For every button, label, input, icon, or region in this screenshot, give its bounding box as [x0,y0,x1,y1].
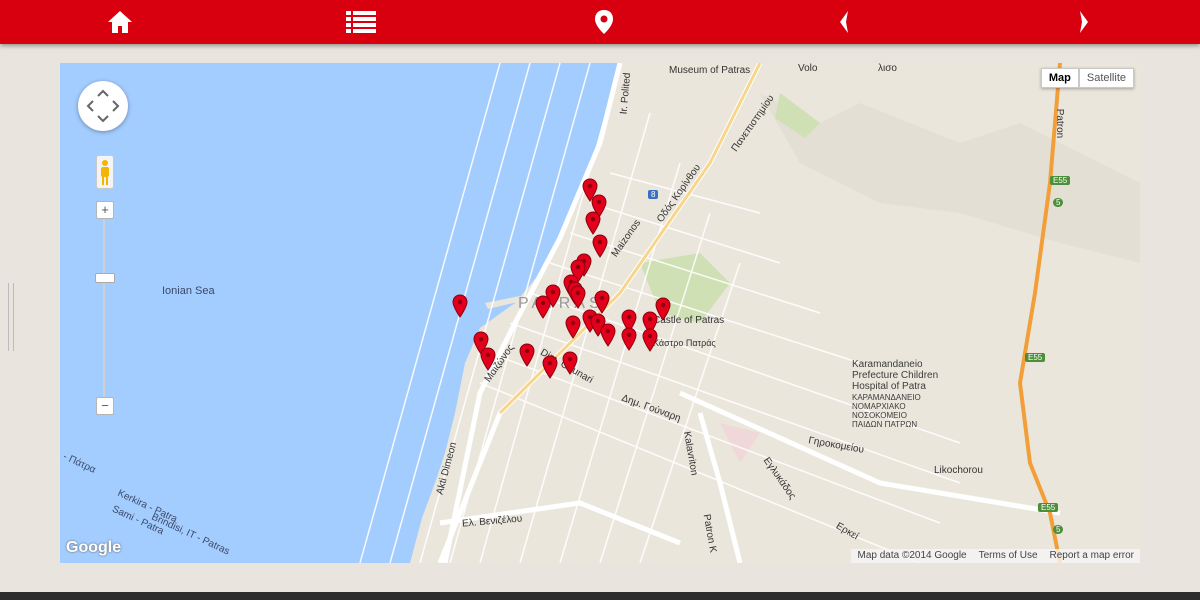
museum-label: Museum of Patras [669,65,751,76]
patron-highway-label: Patron [1054,108,1066,139]
map-marker-icon[interactable] [562,351,578,375]
map-marker-icon[interactable] [585,211,601,235]
route8-shield: 8 [648,190,659,199]
home-icon[interactable] [90,0,150,44]
map-marker-icon[interactable] [565,315,581,339]
side-drag-handle[interactable] [8,283,14,351]
volo-label: Volo [798,63,818,74]
pan-control[interactable] [78,81,128,131]
e55-shield-2: E55 [1025,353,1046,362]
previous-icon[interactable] [814,0,874,44]
street-view-icon[interactable] [96,155,114,189]
map-type-satellite-button[interactable]: Satellite [1078,68,1134,88]
top-toolbar [0,0,1200,44]
map-type-map-button[interactable]: Map [1040,68,1079,88]
hospital-label: Karamandaneio Prefecture Children Hospit… [852,359,939,392]
map-marker-icon[interactable] [519,343,535,367]
e55-shield-1: E55 [1050,176,1071,185]
map-marker-icon[interactable] [542,355,558,379]
map-marker-icon[interactable] [642,328,658,352]
castle-gr-label: Κάστρο Πατράς [653,338,716,348]
map-marker-icon[interactable] [570,285,586,309]
map-view[interactable]: Ionian Sea Museum of Patras Castle of Pa… [60,63,1140,563]
zoom-out-button[interactable]: − [96,397,114,415]
map-type-control: Map Satellite [1040,68,1134,88]
pan-arrows-icon [86,89,120,123]
list-icon[interactable] [331,0,391,44]
map-marker-icon[interactable] [592,234,608,258]
map-marker-icon[interactable] [535,295,551,319]
report-error-link[interactable]: Report a map error [1044,549,1140,563]
zoom-slider-handle[interactable] [95,273,115,283]
sea-label: Ionian Sea [162,285,215,297]
zoom-in-button[interactable]: + [96,201,114,219]
map-marker-icon[interactable] [621,327,637,351]
next-icon[interactable] [1054,0,1114,44]
e55-shield-3: E55 [1038,503,1059,512]
map-marker-icon[interactable] [452,294,468,318]
map-attribution: Map data ©2014 Google Terms of Use Repor… [851,549,1140,563]
google-logo: Google [66,539,122,556]
bottom-bar [0,592,1200,600]
zoom-slider-track[interactable] [103,208,105,408]
map-data-text: Map data ©2014 Google [857,550,967,561]
map-marker-icon[interactable] [600,323,616,347]
location-pin-icon[interactable] [574,0,634,44]
likochorou-label: Likochorou [934,465,983,476]
map-marker-icon[interactable] [655,297,671,321]
hospital-gr-label: ΚΑΡΑΜΑΝΔΑΝΕΙΟ ΝΟΜΑΡΧΙΑΚΟ ΝΟΣΟΚΟΜΕΙΟ ΠΑΙΔ… [852,393,921,429]
terms-link[interactable]: Terms of Use [973,549,1044,563]
map-marker-icon[interactable] [480,347,496,371]
iso-label: λισο [878,63,897,74]
